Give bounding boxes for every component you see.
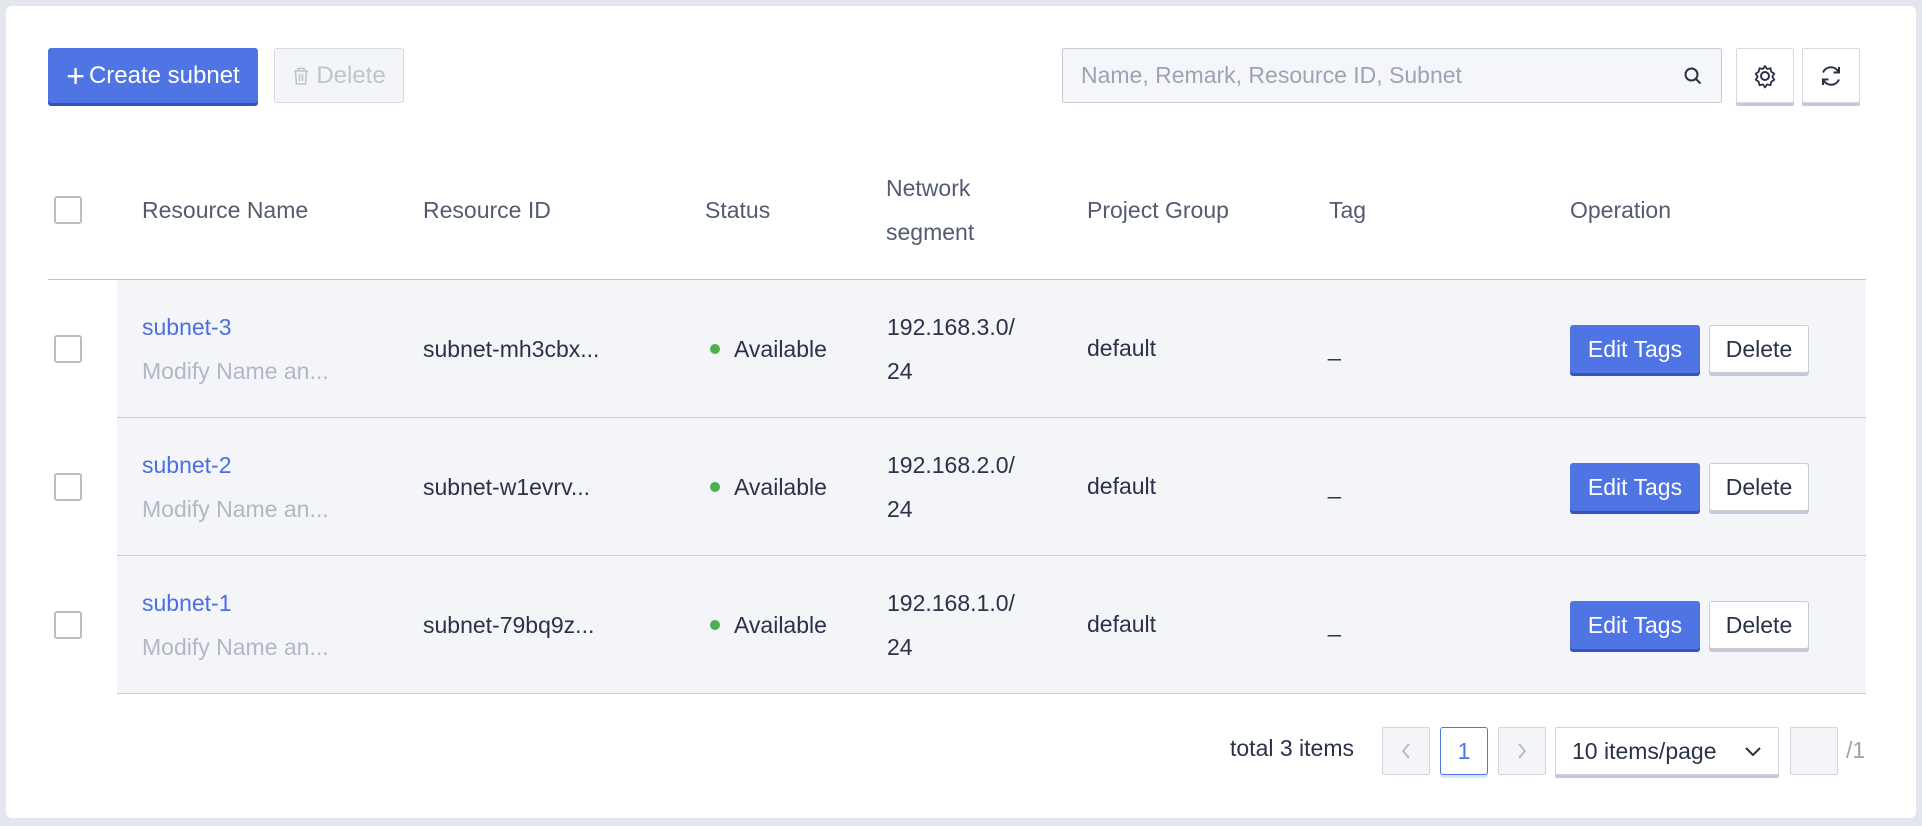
- network-segment-line2: 24: [887, 358, 913, 384]
- edit-tags-button[interactable]: Edit Tags: [1570, 325, 1700, 373]
- delete-button[interactable]: Delete: [274, 48, 404, 103]
- status-cell: Available: [710, 612, 827, 639]
- next-page-button[interactable]: [1498, 727, 1546, 775]
- header-resource-name: Resource Name: [142, 197, 309, 223]
- header-resource-id: Resource ID: [423, 197, 551, 223]
- network-segment-line2: 24: [887, 634, 913, 660]
- row-checkbox[interactable]: [54, 335, 82, 363]
- project-group: default: [1087, 611, 1157, 637]
- create-subnet-label: Create subnet: [88, 61, 240, 89]
- project-group: default: [1087, 335, 1157, 361]
- pagination-total: total 3 items: [1230, 735, 1354, 761]
- status-cell: Available: [710, 474, 827, 501]
- header-operation: Operation: [1570, 197, 1672, 223]
- resource-id: subnet-w1evrv...: [423, 474, 591, 500]
- row-checkbox[interactable]: [54, 473, 82, 501]
- chevron-left-icon: [1401, 743, 1410, 759]
- status-text: Available: [734, 612, 827, 638]
- chevron-down-icon: [1745, 747, 1761, 757]
- status-cell: Available: [710, 336, 827, 363]
- resource-name-link[interactable]: subnet-2: [142, 452, 232, 479]
- network-segment-line2: 24: [887, 496, 913, 522]
- row-delete-button[interactable]: Delete: [1709, 325, 1809, 373]
- tag-value: _: [1328, 611, 1341, 637]
- tag-value: _: [1328, 473, 1341, 499]
- plus-icon: +: [66, 57, 85, 94]
- table-row: subnet-3 Modify Name an... subnet-mh3cbx…: [0, 280, 1922, 418]
- delete-button-label: Delete: [316, 61, 386, 89]
- resource-remark: Modify Name an...: [142, 358, 329, 384]
- row-delete-button[interactable]: Delete: [1709, 601, 1809, 649]
- edit-tags-button[interactable]: Edit Tags: [1570, 463, 1700, 511]
- edit-tags-button[interactable]: Edit Tags: [1570, 601, 1700, 649]
- gear-icon: [1754, 64, 1776, 88]
- status-dot-icon: [710, 343, 720, 354]
- row-checkbox[interactable]: [54, 611, 82, 639]
- header-status: Status: [705, 197, 771, 223]
- resource-remark: Modify Name an...: [142, 496, 329, 522]
- page-size-value: 10 items/page: [1572, 737, 1717, 764]
- refresh-button[interactable]: [1802, 48, 1860, 103]
- search-box: [1062, 48, 1722, 103]
- resource-remark: Modify Name an...: [142, 634, 329, 660]
- header-network-segment-line2: segment: [886, 219, 975, 245]
- network-segment-line1: 192.168.3.0/: [887, 314, 1015, 340]
- table-row: subnet-2 Modify Name an... subnet-w1evrv…: [0, 418, 1922, 556]
- table-row: subnet-1 Modify Name an... subnet-79bq9z…: [0, 556, 1922, 694]
- chevron-right-icon: [1518, 743, 1527, 759]
- resource-id: subnet-mh3cbx...: [423, 336, 600, 362]
- total-pages: /1: [1846, 737, 1866, 763]
- select-all-checkbox[interactable]: [54, 196, 82, 224]
- resource-name-link[interactable]: subnet-1: [142, 590, 232, 617]
- network-segment-line1: 192.168.1.0/: [887, 590, 1015, 616]
- prev-page-button[interactable]: [1382, 727, 1430, 775]
- tag-value: _: [1328, 335, 1341, 361]
- search-icon[interactable]: [1683, 66, 1703, 86]
- page-size-select[interactable]: 10 items/page: [1555, 727, 1779, 775]
- page-number-button[interactable]: 1: [1440, 727, 1488, 775]
- status-dot-icon: [710, 481, 720, 492]
- refresh-icon: [1822, 65, 1840, 86]
- resource-id: subnet-79bq9z...: [423, 612, 595, 638]
- search-input[interactable]: [1081, 62, 1683, 89]
- settings-button[interactable]: [1736, 48, 1794, 103]
- project-group: default: [1087, 473, 1157, 499]
- header-project-group: Project Group: [1087, 197, 1229, 223]
- create-subnet-button[interactable]: + Create subnet: [48, 48, 258, 103]
- row-delete-button[interactable]: Delete: [1709, 463, 1809, 511]
- page-jump-input[interactable]: [1790, 727, 1838, 775]
- resource-name-link[interactable]: subnet-3: [142, 314, 232, 341]
- trash-icon: [294, 67, 309, 85]
- status-text: Available: [734, 474, 827, 500]
- status-text: Available: [734, 336, 827, 362]
- header-tag: Tag: [1329, 197, 1367, 223]
- header-network-segment-line1: Network: [886, 175, 971, 201]
- network-segment-line1: 192.168.2.0/: [887, 452, 1015, 478]
- status-dot-icon: [710, 619, 720, 630]
